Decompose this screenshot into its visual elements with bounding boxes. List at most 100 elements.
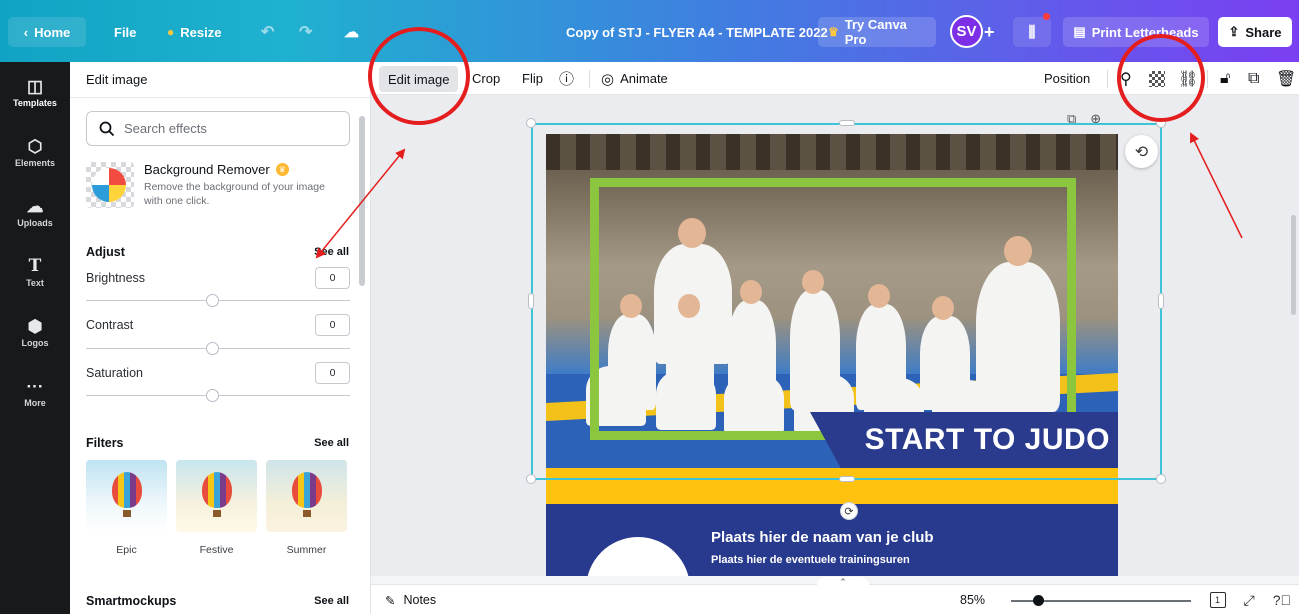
crown-icon: ♛ [828,25,839,39]
delete-button[interactable]: 🗑︎ [1276,62,1296,95]
show-pages-toggle[interactable]: ⌃ [817,577,869,587]
canvas-vertical-scrollbar[interactable] [1289,95,1299,576]
design-canvas[interactable]: ⧉ ⊕ START TO JUDO Plaats hier de naam va… [371,95,1299,576]
position-button[interactable]: Position [1044,62,1090,95]
resize-handle-bottom-left[interactable] [526,474,536,484]
page-count-button[interactable]: 1 [1209,592,1226,608]
slider-knob[interactable] [206,294,219,307]
filter-label: Epic [116,544,137,556]
slider-knob[interactable] [206,342,219,355]
transparency-button[interactable] [1149,62,1165,95]
search-effects-input[interactable]: Search effects [86,111,350,146]
animate-button[interactable]: ◎ Animate [601,62,668,95]
headline-banner[interactable]: START TO JUDO [810,412,1118,468]
saturation-slider[interactable] [86,389,350,402]
club-info-block[interactable]: Plaats hier de naam van je club Plaats h… [546,504,1118,576]
bottom-bar: ⌃ ✎ Notes 85% 1 ⤢ ?⃝ [371,577,1299,614]
flip-button[interactable]: Flip [522,62,543,95]
rail-item-text[interactable]: T Text [0,246,70,300]
zoom-slider-knob[interactable] [1033,595,1044,606]
filter-label: Festive [199,544,234,556]
resize-handle-top[interactable] [839,120,855,126]
try-canva-pro-button[interactable]: ♛ Try Canva Pro [818,17,936,47]
ceiling-beams [546,134,1118,170]
resize-handle-right[interactable] [1158,293,1164,309]
balloon-image [202,472,232,508]
brightness-value-input[interactable]: 0 [315,267,350,289]
slider-knob[interactable] [206,389,219,402]
duplicate-page-icon[interactable]: ⧉ [1067,111,1076,127]
resize-handle-bottom[interactable] [839,476,855,482]
contrast-value-input[interactable]: 0 [315,314,350,336]
background-remover-title: Background Remover [144,162,270,177]
file-menu[interactable]: File [104,17,146,47]
toolbar-divider [1107,70,1108,88]
copy-style-button[interactable]: ⚲ [1120,62,1132,95]
rail-item-more[interactable]: ··· More [0,366,70,420]
cloud-save-button[interactable]: ☁ [334,17,369,47]
more-icon: ··· [26,377,44,396]
yellow-band[interactable] [546,468,1118,504]
resize-handle-bottom-right[interactable] [1156,474,1166,484]
filter-label: Summer [286,544,327,556]
scrollbar-thumb[interactable] [1291,215,1296,315]
green-frame[interactable] [590,178,1076,440]
rail-item-logos[interactable]: ⬢ Logos [0,306,70,360]
contrast-label: Contrast [86,318,134,332]
edit-image-button[interactable]: Edit image [379,66,459,92]
share-icon: ⇪ [1228,24,1240,39]
headline-text[interactable]: START TO JUDO [865,423,1110,457]
smartmockups-see-all-link[interactable]: See all [314,595,349,607]
magic-edit-button[interactable]: ⟲ [1125,135,1158,168]
filters-see-all-link[interactable]: See all [314,437,349,449]
panel-scrollbar[interactable] [357,102,367,614]
fullscreen-icon[interactable]: ⤢ [1244,592,1255,609]
duplicate-icon: ⧉ [1248,69,1260,87]
animate-icon: ◎ [601,70,615,88]
resize-button[interactable]: ● Resize [157,17,231,47]
rotate-handle[interactable]: ⟳ [840,502,858,520]
filter-summer-thumbnail[interactable] [266,460,347,532]
flyer-page[interactable]: START TO JUDO Plaats hier de naam van je… [546,134,1118,576]
scrollbar-thumb[interactable] [359,116,365,286]
background-remover-option[interactable]: Background Remover ♛ Remove the backgrou… [86,160,350,212]
home-button[interactable]: ‹ Home [8,17,86,47]
info-button[interactable]: ⓘ [559,62,574,95]
saturation-value-input[interactable]: 0 [315,362,350,384]
cloud-check-icon: ☁ [344,24,359,41]
avatar[interactable]: SV [950,15,983,48]
link-button[interactable]: ⛓ [1178,62,1198,95]
training-hours-text[interactable]: Plaats hier de eventuele trainingsuren [711,554,910,566]
notes-button[interactable]: ✎ Notes [385,585,436,614]
insights-button[interactable]: ⫼ [1013,17,1051,47]
share-button[interactable]: ⇪ Share [1218,17,1292,47]
resize-handle-top-right[interactable] [1156,118,1166,128]
judo-group-photo[interactable]: START TO JUDO [546,134,1118,468]
balloon-image [292,472,322,508]
document-title[interactable]: Copy of STJ - FLYER A4 - TEMPLATE 2022 [556,17,838,47]
redo-button[interactable]: ↷ [289,17,322,47]
print-letterheads-button[interactable]: ▤ Print Letterheads [1063,17,1209,47]
uploads-icon: ☁ [26,197,44,216]
club-name-text[interactable]: Plaats hier de naam van je club [711,529,934,546]
add-page-icon[interactable]: ⊕ [1090,111,1101,127]
add-collaborator-button[interactable]: + [980,17,999,47]
adjust-see-all-link[interactable]: See all [314,246,349,258]
help-icon[interactable]: ?⃝ [1273,592,1291,608]
zoom-level[interactable]: 85% [960,585,985,614]
rail-item-templates[interactable]: ◫ Templates [0,66,70,120]
resize-handle-left[interactable] [528,293,534,309]
filter-festive-thumbnail[interactable] [176,460,257,532]
contrast-slider[interactable] [86,342,350,355]
filter-epic-thumbnail[interactable] [86,460,167,532]
resize-handle-top-left[interactable] [526,118,536,128]
brightness-slider[interactable] [86,294,350,307]
undo-button[interactable]: ↶ [251,17,284,47]
rail-item-elements[interactable]: ⬡ Elements [0,126,70,180]
lock-button[interactable]: 🔓︎ [1220,62,1230,95]
rail-item-uploads[interactable]: ☁ Uploads [0,186,70,240]
logo-circle-placeholder[interactable] [586,537,690,576]
duplicate-button[interactable]: ⧉ [1248,62,1259,95]
crop-button[interactable]: Crop [472,62,500,95]
link-icon: ⛓ [1178,70,1199,88]
